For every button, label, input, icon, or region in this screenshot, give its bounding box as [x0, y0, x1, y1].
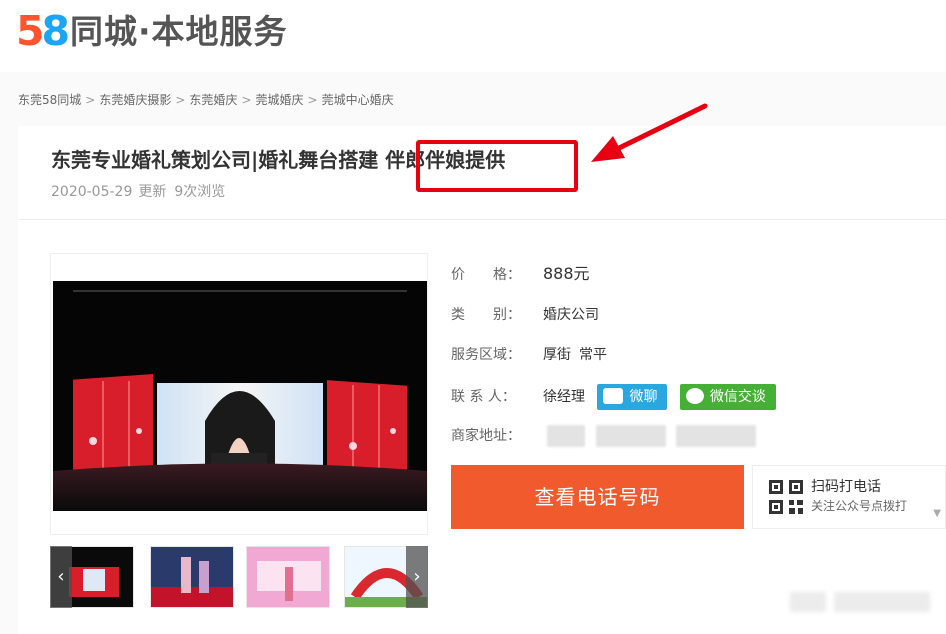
thumbnail[interactable] [246, 546, 330, 608]
address-redacted [595, 425, 666, 447]
chat-label: 微聊 [629, 389, 658, 405]
wechat-button[interactable]: 微信交谈 [679, 384, 776, 410]
listing-updated: 更新 [138, 184, 167, 200]
price-value: 888元 [543, 264, 590, 283]
breadcrumb-link[interactable]: 东莞婚庆摄影 [99, 93, 171, 107]
highlight-annotation-box [416, 140, 578, 192]
thumb-next-button[interactable]: › [406, 546, 428, 608]
listing-title-main: 东莞专业婚礼策划公司|婚礼舞台搭建 [51, 148, 386, 172]
qr-call-box[interactable]: 扫码打电话 关注公众号点拨打 ▼ [752, 465, 946, 529]
thumb-prev-button[interactable]: ‹ [50, 546, 72, 608]
address-label: 商家地址： [451, 428, 521, 444]
wechat-icon [685, 388, 704, 404]
breadcrumb-link[interactable]: 莞城婚庆 [256, 93, 304, 107]
main-photo[interactable] [53, 281, 427, 511]
stage-image [53, 281, 427, 511]
area-value-2: 常平 [579, 347, 607, 363]
divider [18, 219, 946, 220]
area-label: 服务区域： [451, 347, 521, 363]
wechat-label: 微信交谈 [709, 389, 766, 405]
thumbnail-strip: ‹ › [50, 546, 430, 610]
logo-text: 同城·本地服务 [70, 12, 288, 51]
listing-date: 2020-05-29 [51, 184, 133, 200]
caret-down-icon: ▼ [933, 508, 941, 519]
qr-subtitle: 关注公众号点拨打 [811, 499, 908, 513]
category-value: 婚庆公司 [543, 307, 599, 323]
category-label: 类 别： [451, 307, 521, 323]
address-redacted [676, 425, 757, 447]
address-row: 商家地址： [451, 425, 757, 447]
listing-card: 东莞专业婚礼策划公司|婚礼舞台搭建 伴郎伴娘提供 2020-05-29 更新 9次浏… [18, 126, 946, 634]
watermark-redacted [834, 592, 930, 612]
site-header: 58 同城·本地服务 [0, 0, 946, 72]
area-row: 服务区域： 厚街 常平 [451, 344, 607, 366]
logo-digit-5: 5 [16, 7, 44, 55]
thumbnail-image [151, 547, 233, 607]
breadcrumb-link[interactable]: 东莞婚庆 [189, 93, 237, 107]
annotation-arrow-icon [591, 103, 708, 162]
logo-digit-8: 8 [41, 7, 70, 55]
main-photo-frame [50, 253, 428, 535]
address-redacted [547, 425, 586, 447]
view-phone-button[interactable]: 查看电话号码 [451, 465, 744, 529]
watermark-redacted [790, 592, 826, 612]
area-value-1: 厚街 [543, 347, 571, 363]
breadcrumb-link[interactable]: 东莞58同城 [18, 93, 81, 107]
qr-code-icon [769, 480, 803, 514]
qr-title: 扫码打电话 [811, 479, 881, 495]
contact-value: 徐经理 [543, 389, 585, 405]
listing-views: 9次浏览 [174, 184, 226, 200]
contact-row: 联 系 人： 徐经理 微聊 微信交谈 [451, 384, 776, 410]
category-row: 类 别： 婚庆公司 [451, 304, 599, 326]
contact-label: 联 系 人： [451, 389, 516, 405]
breadcrumb-link[interactable]: 莞城中心婚庆 [322, 93, 394, 107]
thumbnail-image [247, 547, 329, 607]
chat-icon [603, 388, 624, 404]
listing-meta: 2020-05-29 更新 9次浏览 [51, 182, 225, 202]
thumbnail[interactable] [150, 546, 234, 608]
price-label: 价 格： [451, 267, 521, 283]
chat-button[interactable]: 微聊 [597, 384, 668, 410]
site-logo[interactable]: 58 [16, 5, 70, 57]
breadcrumb: 东莞58同城 > 东莞婚庆摄影 > 东莞婚庆 > 莞城婚庆 > 莞城中心婚庆 [18, 93, 394, 107]
price-row: 价 格： 888元 [451, 263, 590, 286]
